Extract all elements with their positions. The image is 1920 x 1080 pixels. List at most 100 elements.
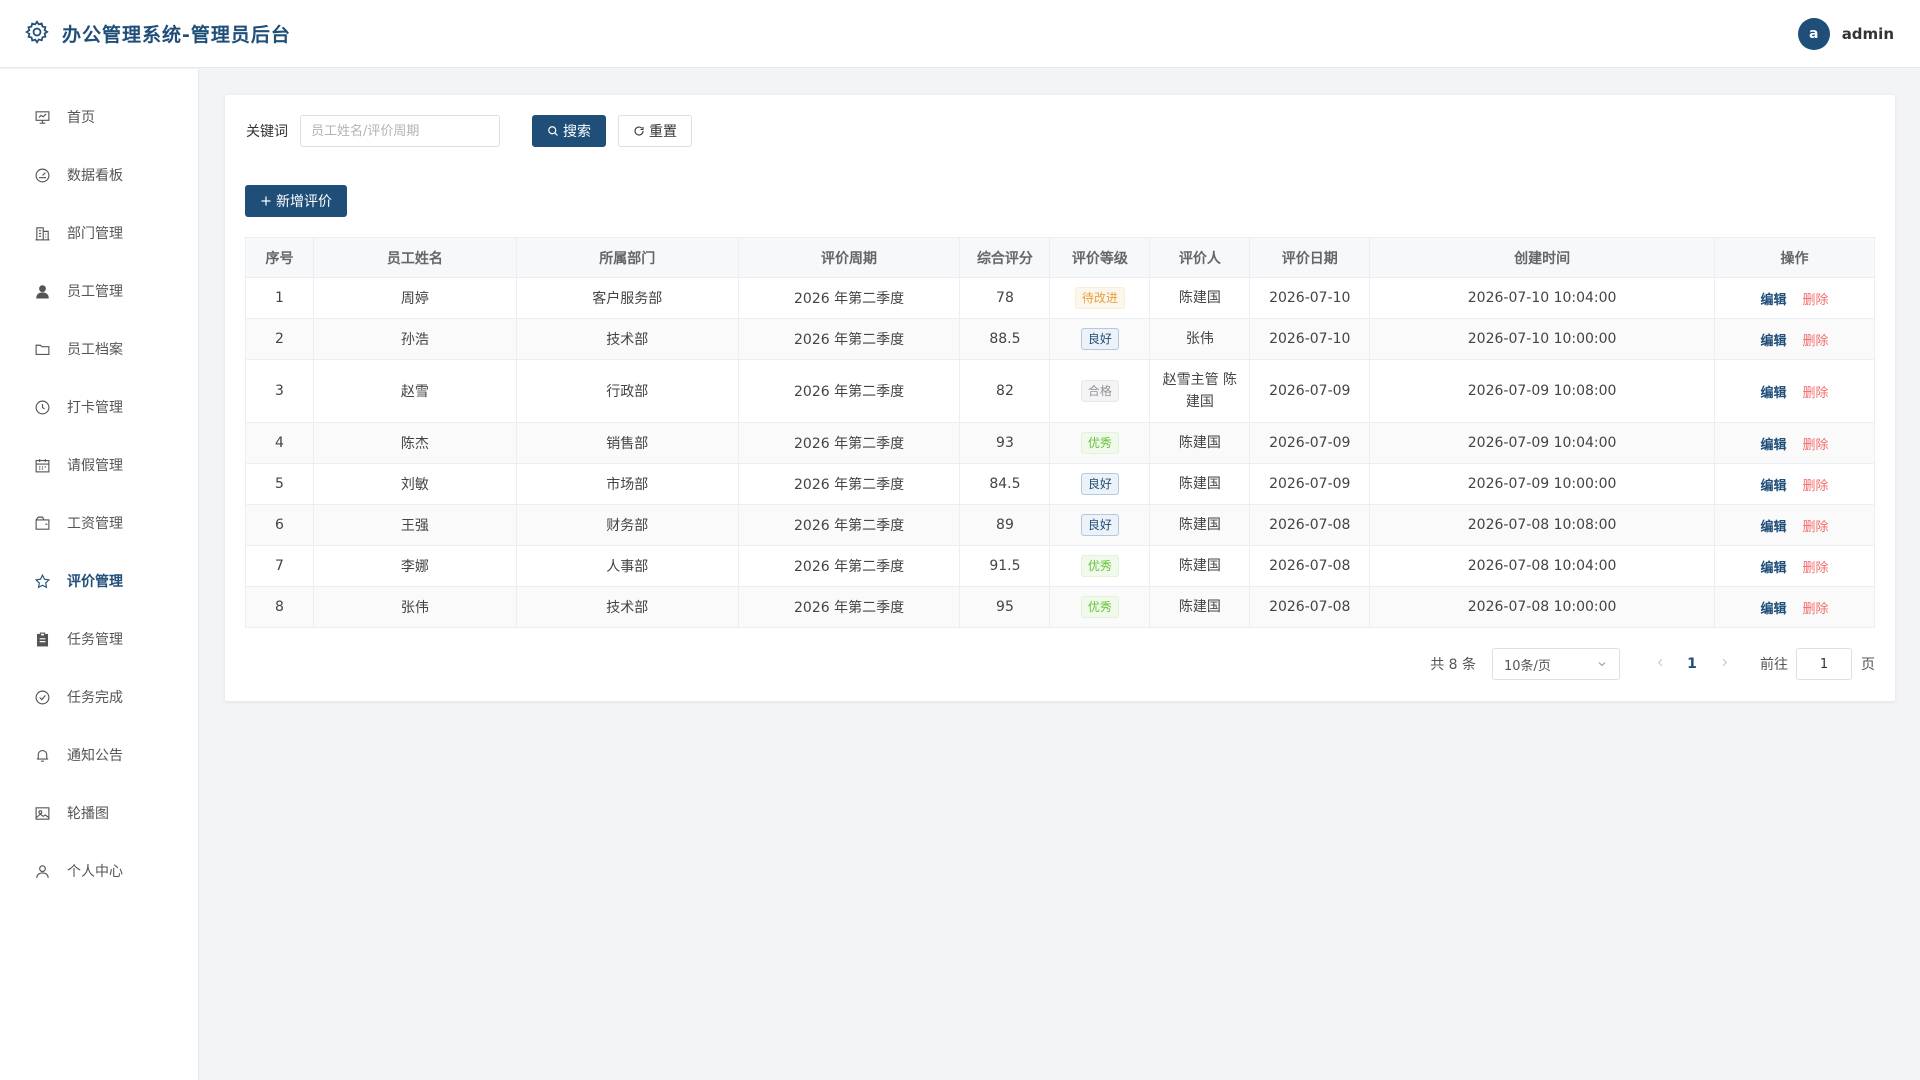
edit-button[interactable]: 编辑 — [1760, 479, 1786, 494]
plus-icon — [261, 196, 271, 206]
cell-evaluator: 张伟 — [1149, 318, 1251, 360]
user-filled-icon — [36, 284, 49, 298]
cell-evaluator: 陈建国 — [1149, 586, 1251, 628]
edit-button[interactable]: 编辑 — [1760, 602, 1786, 617]
add-evaluation-button[interactable]: 新增评价 — [245, 185, 347, 217]
edit-button[interactable]: 编辑 — [1760, 334, 1786, 349]
username[interactable]: admin — [1842, 25, 1894, 43]
column-header: 创建时间 — [1369, 237, 1715, 278]
page-number-1[interactable]: 1 — [1676, 656, 1708, 672]
table-row: 1 周婷 客户服务部 2026 年第二季度 78 待改进 陈建国 2026-07-10 2026… — [245, 277, 1875, 319]
goto-label: 前往 — [1760, 657, 1788, 673]
cell-name: 李娜 — [312, 545, 517, 587]
cell-evaluator: 陈建国 — [1149, 545, 1251, 587]
cell-level: 合格 — [1049, 359, 1151, 423]
sidebar-item-picture[interactable]: 轮播图 — [0, 784, 198, 842]
cell-evaluator: 陈建国 — [1149, 463, 1251, 505]
sidebar-item-label: 任务管理 — [67, 632, 123, 648]
sidebar-item-folder[interactable]: 员工档案 — [0, 320, 198, 378]
cell-no: 3 — [245, 359, 314, 423]
column-header: 评价人 — [1149, 237, 1251, 278]
cell-actions: 编辑 删除 — [1714, 586, 1875, 628]
sidebar-item-user-filled[interactable]: 员工管理 — [0, 262, 198, 320]
delete-button[interactable]: 删除 — [1803, 479, 1829, 494]
cell-score: 78 — [959, 277, 1051, 319]
cell-date: 2026-07-09 — [1249, 463, 1371, 505]
cell-name: 陈杰 — [312, 422, 517, 464]
level-badge: 优秀 — [1080, 432, 1119, 454]
sidebar-item-clock[interactable]: 打卡管理 — [0, 378, 198, 436]
cell-evaluator: 陈建国 — [1149, 277, 1251, 319]
cell-level: 良好 — [1049, 504, 1151, 546]
cell-no: 1 — [245, 277, 314, 319]
goto-page-input[interactable] — [1796, 648, 1852, 680]
prev-page-button[interactable] — [1644, 656, 1676, 672]
cell-period: 2026 年第二季度 — [737, 318, 961, 360]
user-icon — [36, 864, 49, 878]
table-row: 5 刘敏 市场部 2026 年第二季度 84.5 良好 陈建国 2026-07-09 2026-… — [245, 463, 1875, 505]
cell-dept: 技术部 — [515, 318, 739, 360]
cell-created: 2026-07-09 10:00:00 — [1369, 463, 1715, 505]
cell-level: 优秀 — [1049, 422, 1151, 464]
cell-date: 2026-07-08 — [1249, 586, 1371, 628]
keyword-input[interactable] — [300, 115, 500, 147]
sidebar-item-label: 部门管理 — [67, 226, 123, 242]
delete-button[interactable]: 删除 — [1803, 520, 1829, 535]
edit-button[interactable]: 编辑 — [1760, 438, 1786, 453]
sidebar-item-label: 通知公告 — [67, 748, 123, 764]
keyword-label: 关键词 — [246, 124, 288, 140]
avatar[interactable]: a — [1797, 17, 1830, 50]
clock-icon — [35, 400, 50, 414]
level-badge: 良好 — [1080, 328, 1119, 350]
cell-actions: 编辑 删除 — [1714, 422, 1875, 464]
level-badge: 合格 — [1080, 380, 1119, 402]
delete-button[interactable]: 删除 — [1803, 561, 1829, 576]
delete-button[interactable]: 删除 — [1803, 334, 1829, 349]
sidebar-item-home[interactable]: 首页 — [0, 88, 198, 146]
delete-button[interactable]: 删除 — [1803, 386, 1829, 401]
cell-date: 2026-07-08 — [1249, 545, 1371, 587]
user-menu[interactable]: a admin — [1797, 17, 1894, 50]
next-page-button[interactable] — [1708, 656, 1740, 672]
reset-button[interactable]: 重置 — [618, 115, 692, 147]
cell-period: 2026 年第二季度 — [737, 463, 961, 505]
level-badge: 待改进 — [1074, 287, 1125, 309]
search-button-label: 搜索 — [563, 124, 591, 140]
delete-button[interactable]: 删除 — [1803, 438, 1829, 453]
edit-button[interactable]: 编辑 — [1760, 520, 1786, 535]
cell-period: 2026 年第二季度 — [737, 277, 961, 319]
delete-button[interactable]: 删除 — [1803, 293, 1829, 308]
cell-created: 2026-07-08 10:08:00 — [1369, 504, 1715, 546]
column-header: 评价周期 — [737, 237, 961, 278]
sidebar-item-calendar[interactable]: 请假管理 — [0, 436, 198, 494]
delete-button[interactable]: 删除 — [1803, 602, 1829, 617]
column-header: 综合评分 — [959, 237, 1051, 278]
sidebar-item-label: 任务完成 — [67, 690, 123, 706]
edit-button[interactable]: 编辑 — [1760, 561, 1786, 576]
sidebar-item-star[interactable]: 评价管理 — [0, 552, 198, 610]
page-size-select[interactable]: 10条/页 — [1492, 648, 1620, 680]
cell-no: 8 — [245, 586, 314, 628]
sidebar-item-bell[interactable]: 通知公告 — [0, 726, 198, 784]
chevron-right-icon — [1722, 658, 1727, 667]
add-evaluation-label: 新增评价 — [276, 194, 332, 210]
sidebar-item-building[interactable]: 部门管理 — [0, 204, 198, 262]
sidebar-item-dashboard[interactable]: 数据看板 — [0, 146, 198, 204]
chevron-left-icon — [1657, 658, 1662, 667]
edit-button[interactable]: 编辑 — [1760, 293, 1786, 308]
level-badge: 良好 — [1080, 514, 1119, 536]
sidebar-item-check-circle[interactable]: 任务完成 — [0, 668, 198, 726]
edit-button[interactable]: 编辑 — [1760, 386, 1786, 401]
sidebar-item-wallet[interactable]: 工资管理 — [0, 494, 198, 552]
building-icon — [35, 226, 50, 240]
cell-level: 优秀 — [1049, 586, 1151, 628]
search-button[interactable]: 搜索 — [532, 115, 606, 147]
search-icon — [548, 126, 558, 136]
cell-score: 82 — [959, 359, 1051, 423]
table-header-row: 序号 员工姓名 所属部门 评价周期 综合评分 评价等级 评价人 评价日期 创建时间 操作 — [245, 237, 1875, 278]
page-unit-label: 页 — [1861, 657, 1875, 673]
sidebar-item-label: 员工档案 — [67, 342, 123, 358]
sidebar-item-user[interactable]: 个人中心 — [0, 842, 198, 900]
cell-name: 周婷 — [312, 277, 517, 319]
sidebar-item-clipboard[interactable]: 任务管理 — [0, 610, 198, 668]
